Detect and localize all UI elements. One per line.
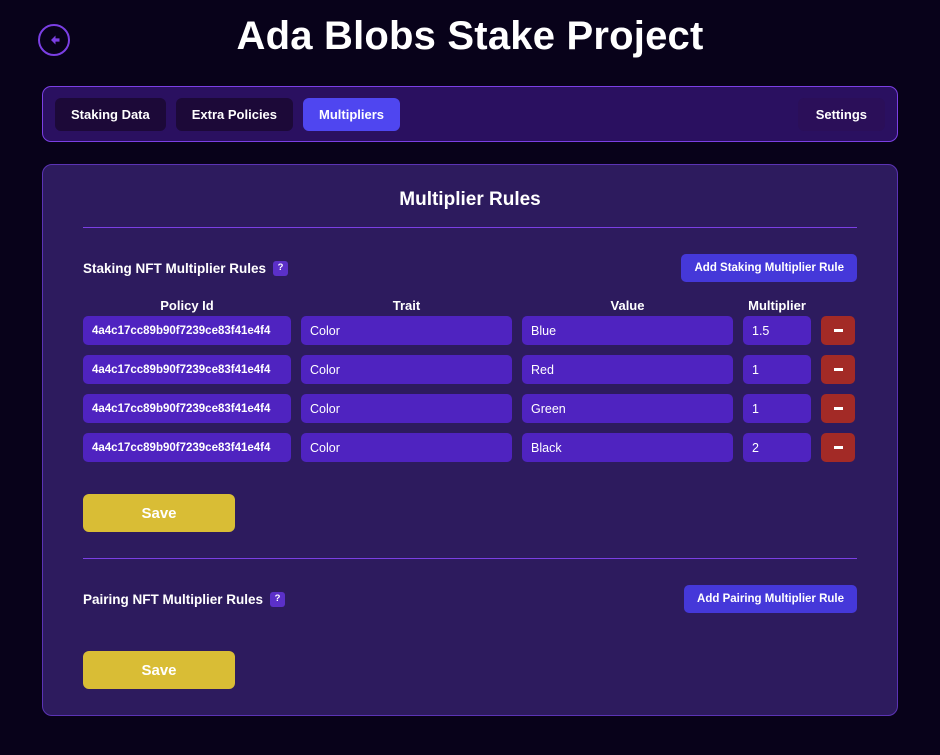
table-row — [83, 394, 857, 423]
staking-rules-header-row: Policy Id Trait Value Multiplier — [83, 298, 857, 313]
policy-id-input[interactable] — [83, 433, 291, 462]
save-pairing-rules-button[interactable]: Save — [83, 651, 235, 689]
tab-staking-data[interactable]: Staking Data — [55, 97, 166, 131]
multiplier-input[interactable] — [743, 355, 811, 384]
minus-icon — [833, 329, 843, 332]
minus-icon — [833, 407, 843, 410]
pairing-section-label: Pairing NFT Multiplier Rules — [83, 591, 264, 607]
remove-rule-button[interactable] — [821, 433, 855, 462]
save-staking-rules-button[interactable]: Save — [83, 494, 235, 532]
page-title: Ada Blobs Stake Project — [236, 14, 704, 58]
trait-input[interactable] — [301, 355, 512, 384]
minus-icon — [833, 446, 843, 449]
table-row — [83, 433, 857, 462]
policy-id-input[interactable] — [83, 316, 291, 345]
add-pairing-multiplier-rule-button[interactable]: Add Pairing Multiplier Rule — [684, 585, 857, 613]
back-button[interactable] — [38, 24, 70, 56]
multiplier-input[interactable] — [743, 433, 811, 462]
arrow-left-icon — [46, 32, 62, 48]
value-input[interactable] — [522, 316, 733, 345]
staking-section-label-group: Staking NFT Multiplier Rules ? — [83, 260, 289, 276]
policy-id-input[interactable] — [83, 355, 291, 384]
pairing-section-header: Pairing NFT Multiplier Rules ? Add Pairi… — [83, 585, 857, 613]
tab-extra-policies[interactable]: Extra Policies — [175, 97, 294, 131]
card-title: Multiplier Rules — [399, 189, 541, 210]
tab-multipliers[interactable]: Multipliers — [303, 97, 401, 131]
card-title-divider — [83, 227, 857, 228]
table-row — [83, 355, 857, 384]
remove-rule-button[interactable] — [821, 355, 855, 384]
remove-rule-button[interactable] — [821, 316, 855, 345]
value-input[interactable] — [522, 355, 733, 384]
multiplier-input[interactable] — [743, 394, 811, 423]
multiplier-input[interactable] — [743, 316, 811, 345]
main-navbar: Staking Data Extra Policies Multipliers … — [42, 86, 898, 142]
column-header-value: Value — [610, 298, 645, 313]
settings-button[interactable]: Settings — [797, 97, 885, 131]
column-header-policy-id: Policy Id — [160, 298, 214, 313]
remove-rule-button[interactable] — [821, 394, 855, 423]
add-staking-multiplier-rule-button[interactable]: Add Staking Multiplier Rule — [681, 254, 857, 282]
help-icon[interactable]: ? — [273, 260, 289, 276]
value-input[interactable] — [522, 433, 733, 462]
policy-id-input[interactable] — [83, 394, 291, 423]
table-row — [83, 316, 857, 345]
trait-input[interactable] — [301, 316, 512, 345]
value-input[interactable] — [522, 394, 733, 423]
page-header: Ada Blobs Stake Project — [0, 0, 940, 78]
section-divider — [83, 558, 857, 559]
staking-section-header: Staking NFT Multiplier Rules ? Add Staki… — [83, 254, 857, 282]
column-header-trait: Trait — [392, 298, 421, 313]
trait-input[interactable] — [301, 433, 512, 462]
pairing-section-label-group: Pairing NFT Multiplier Rules ? — [83, 591, 286, 607]
minus-icon — [833, 368, 843, 371]
multiplier-rules-card: Multiplier Rules Staking NFT Multiplier … — [42, 164, 898, 716]
column-header-multiplier: Multiplier — [748, 298, 806, 313]
staking-rules-table: Policy Id Trait Value Multiplier — [83, 298, 857, 462]
help-icon[interactable]: ? — [270, 591, 286, 607]
trait-input[interactable] — [301, 394, 512, 423]
staking-section-label: Staking NFT Multiplier Rules — [83, 260, 267, 276]
